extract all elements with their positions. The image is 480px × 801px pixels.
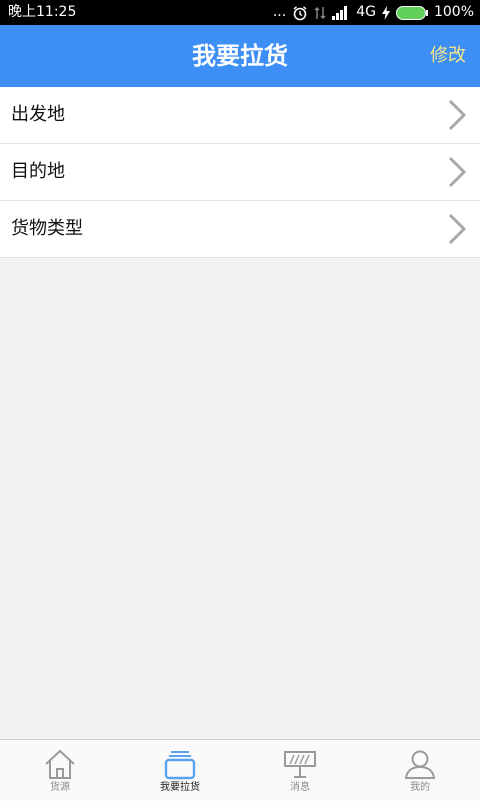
nav-item-messages[interactable]: 消息 (240, 740, 360, 801)
edit-button[interactable]: 修改 (430, 25, 466, 87)
nav-item-profile[interactable]: 我的 (360, 740, 480, 801)
battery-icon (395, 5, 428, 20)
nav-label: 我的 (410, 782, 430, 793)
list-item-departure[interactable]: 出发地 (0, 87, 480, 144)
battery-percent: 100% (433, 4, 474, 20)
chevron-right-icon (448, 99, 467, 131)
list-item-label: 出发地 (11, 104, 65, 125)
list-item-destination[interactable]: 目的地 (0, 144, 480, 201)
page-title: 我要拉货 (192, 42, 288, 70)
message-board-icon (284, 751, 316, 778)
list-item-label: 货物类型 (11, 218, 83, 239)
status-icons: ... 4G 100% (273, 0, 474, 25)
data-transfer-icon (314, 6, 326, 19)
home-icon (45, 749, 75, 779)
network-type: 4G (356, 4, 376, 20)
nav-item-cargo-source[interactable]: 货源 (0, 740, 120, 801)
nav-item-ship-cargo[interactable]: 我要拉货 (120, 740, 240, 801)
nav-label: 我要拉货 (160, 782, 200, 793)
status-bar: 晚上11:25 ... 4G 100% (0, 0, 480, 25)
user-icon (404, 750, 436, 779)
signal-icon (332, 5, 348, 20)
status-time: 晚上11:25 (8, 4, 77, 20)
cargo-icon (164, 751, 196, 780)
list-item-cargo-type[interactable]: 货物类型 (0, 201, 480, 258)
notification-dots: ... (272, 4, 287, 20)
bottom-nav: 货源 我要拉货 消息 我的 (0, 739, 480, 801)
chevron-right-icon (448, 213, 467, 245)
nav-label: 消息 (290, 782, 310, 793)
nav-label: 货源 (50, 782, 70, 793)
alarm-icon (293, 5, 307, 20)
chevron-right-icon (448, 156, 467, 188)
charging-icon (381, 5, 390, 20)
list-item-label: 目的地 (11, 161, 65, 182)
filter-list: 出发地 目的地 货物类型 (0, 87, 480, 258)
app-header: 我要拉货 修改 (0, 25, 480, 87)
